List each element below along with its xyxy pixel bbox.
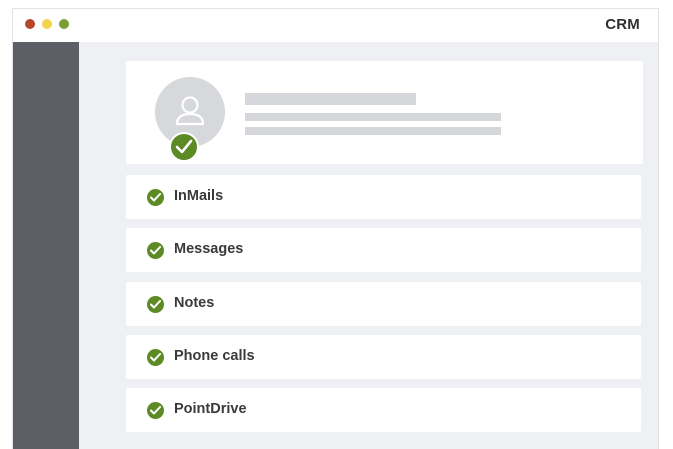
list-item-phone-calls[interactable]: Phone calls	[126, 334, 641, 379]
app-title: CRM	[605, 16, 640, 33]
list-item-inmails[interactable]: InMails	[126, 175, 641, 219]
close-window-button[interactable]	[25, 19, 35, 29]
list-item-label: Messages	[174, 241, 244, 258]
profile-name-placeholder	[245, 93, 416, 105]
profile-card	[126, 61, 643, 164]
list-item-label: PointDrive	[174, 401, 247, 418]
checkmark-icon	[175, 139, 193, 154]
minimize-window-button[interactable]	[42, 19, 52, 29]
checkmark-icon	[147, 242, 164, 260]
list-item-messages[interactable]: Messages	[126, 228, 641, 273]
app-window: CRM InMails Messages Notes Phone calls P…	[12, 8, 659, 449]
title-bar: CRM	[13, 9, 658, 42]
main-content: InMails Messages Notes Phone calls Point…	[79, 42, 658, 449]
maximize-window-button[interactable]	[59, 19, 69, 29]
activity-checklist: InMails Messages Notes Phone calls Point…	[126, 175, 641, 441]
profile-detail-placeholder	[245, 127, 501, 135]
checkmark-icon	[147, 189, 164, 206]
profile-detail-placeholder	[245, 113, 501, 121]
avatar	[155, 77, 225, 162]
checkmark-icon	[147, 402, 164, 420]
list-item-pointdrive[interactable]: PointDrive	[126, 388, 641, 433]
list-item-label: Notes	[174, 294, 215, 311]
list-item-label: InMails	[174, 188, 224, 204]
checkmark-icon	[147, 348, 164, 366]
list-item-label: Phone calls	[174, 347, 255, 364]
sidebar	[13, 42, 79, 449]
verified-badge	[169, 132, 199, 162]
checkmark-icon	[147, 295, 164, 313]
list-item-notes[interactable]: Notes	[126, 281, 641, 326]
